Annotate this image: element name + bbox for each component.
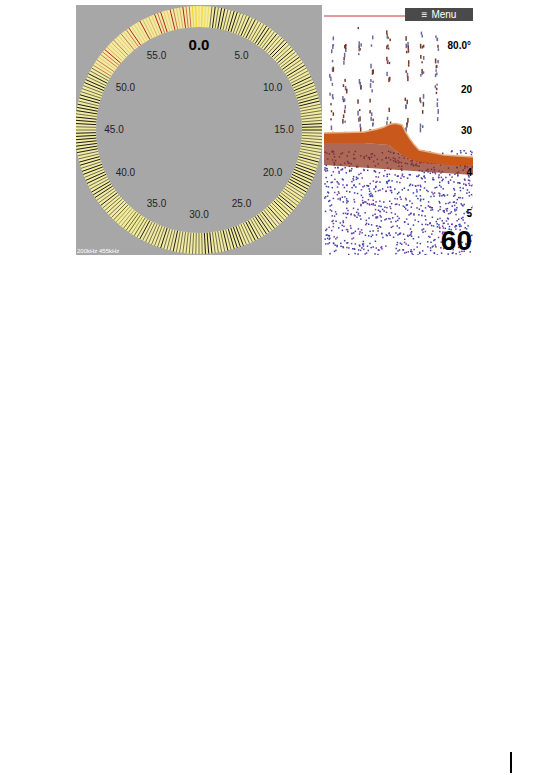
angle-label: 10.0	[256, 83, 290, 93]
depth-scale-label: 20	[461, 85, 472, 95]
angle-label: 45.0	[97, 125, 131, 135]
frequency-label: 200kHz 455kHz	[77, 248, 119, 254]
depth-scale-label: 5	[466, 209, 472, 219]
angle-label: 55.0	[140, 51, 174, 61]
angle-label: 40.0	[108, 168, 142, 178]
angle-label: 50.0	[108, 83, 142, 93]
angle-label: 25.0	[225, 199, 259, 209]
heading-label: 0.0	[179, 37, 219, 52]
range-readout: 60	[441, 227, 472, 255]
angle-label: 20.0	[256, 168, 290, 178]
sonar-screenshot: 0.0 5.0 10.0 15.0 20.0 25.0 30.0 35.0 40.0 45.0 50…	[76, 0, 473, 255]
angle-label: 35.0	[140, 199, 174, 209]
menu-button[interactable]: ≡Menu	[405, 8, 473, 21]
angle-label: 30.0	[182, 210, 216, 220]
page-margin-line	[510, 752, 512, 773]
depth-scale-label: 30	[461, 126, 472, 136]
echogram-view: ≡Menu80.0°20304560	[324, 5, 473, 255]
menu-label[interactable]: Menu	[431, 10, 456, 20]
menu-icon[interactable]: ≡	[422, 10, 428, 20]
angle-label: 15.0	[267, 125, 301, 135]
angle-reading: 80.0°	[448, 41, 471, 51]
sector-view: 0.0 5.0 10.0 15.0 20.0 25.0 30.0 35.0 40.0 45.0 50…	[76, 5, 322, 255]
depth-scale-label: 4	[466, 168, 472, 178]
angle-label: 5.0	[225, 51, 259, 61]
